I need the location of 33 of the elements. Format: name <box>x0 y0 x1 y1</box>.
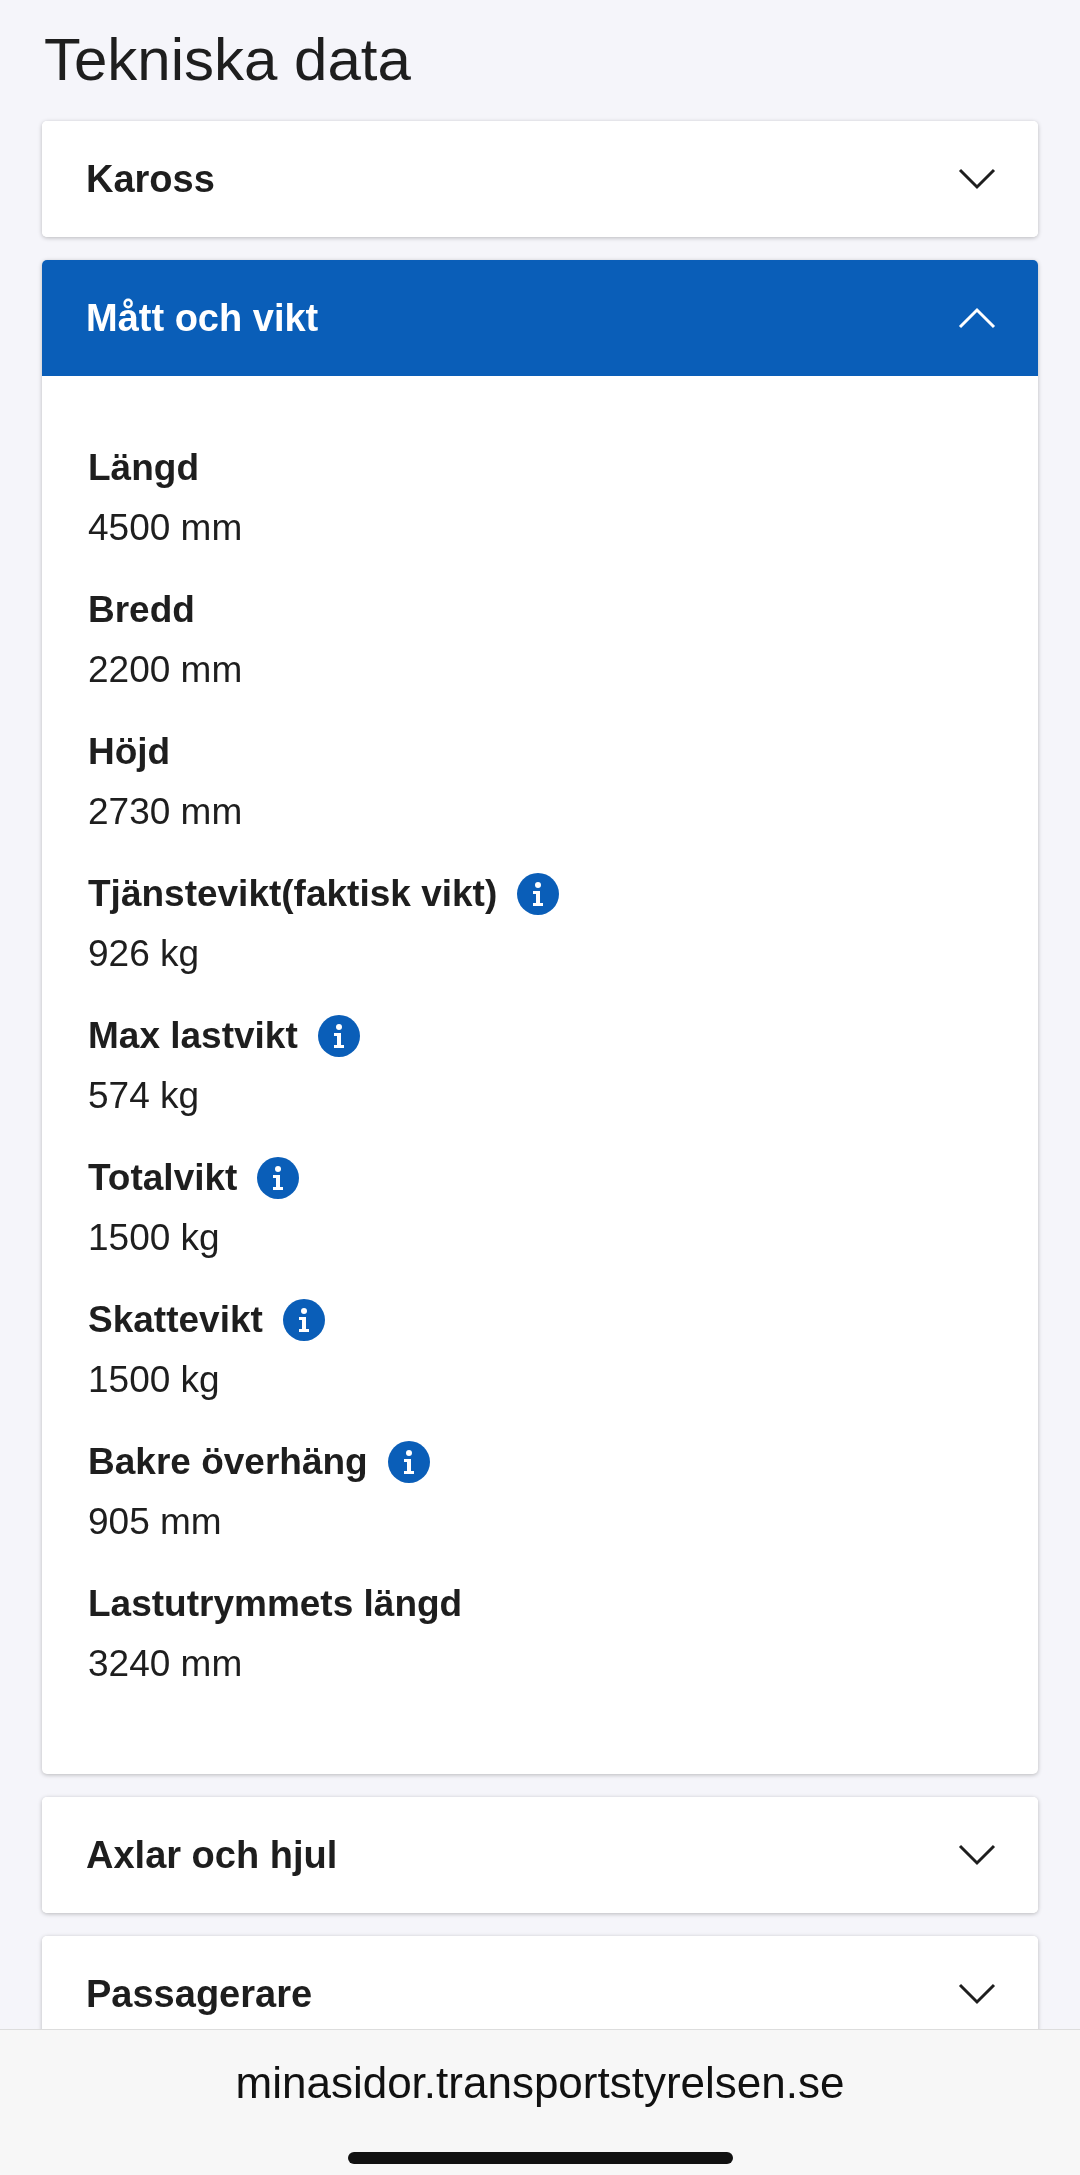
accordion-header[interactable]: Mått och vikt <box>42 260 1038 376</box>
field-label: Höjd <box>88 730 171 774</box>
info-icon[interactable] <box>282 1299 325 1341</box>
field-label: Bakre överhäng <box>88 1440 368 1484</box>
info-icon[interactable] <box>317 1015 360 1057</box>
field-label: Bredd <box>88 588 195 632</box>
page-title: Tekniska data <box>44 25 412 95</box>
chevron-icon <box>958 168 996 190</box>
field-label: Skattevikt <box>88 1298 263 1342</box>
url-text[interactable]: minasidor.transportstyrelsen.se <box>0 2058 1080 2108</box>
field-label: Tjänstevikt(faktisk vikt) <box>88 872 498 916</box>
info-icon[interactable] <box>387 1441 430 1483</box>
field-label: Totalvikt <box>88 1156 238 1200</box>
field-label: Lastutrymmets längd <box>88 1582 463 1626</box>
chevron-icon <box>958 1983 996 2005</box>
accordion-header[interactable]: Axlar och hjul <box>42 1797 1038 1913</box>
field-value: 2730 mm <box>88 790 244 834</box>
field-value: 2200 mm <box>88 648 244 692</box>
chevron-icon <box>958 1844 996 1866</box>
accordion-header[interactable]: Passagerare <box>42 1936 1038 2029</box>
chevron-icon <box>958 307 996 329</box>
field-label: Längd <box>88 446 199 490</box>
accordion-header[interactable]: Kaross <box>42 121 1038 237</box>
info-icon[interactable] <box>517 873 560 915</box>
field-label: Max lastvikt <box>88 1014 298 1058</box>
field-value: 1500 kg <box>88 1216 221 1260</box>
field-value: 905 mm <box>88 1500 223 1544</box>
field-value: 574 kg <box>88 1074 201 1118</box>
field-value: 3240 mm <box>88 1642 244 1686</box>
info-icon[interactable] <box>257 1157 300 1199</box>
field-value: 1500 kg <box>88 1358 221 1402</box>
field-value: 926 kg <box>88 932 201 976</box>
field-value: 4500 mm <box>88 506 244 550</box>
